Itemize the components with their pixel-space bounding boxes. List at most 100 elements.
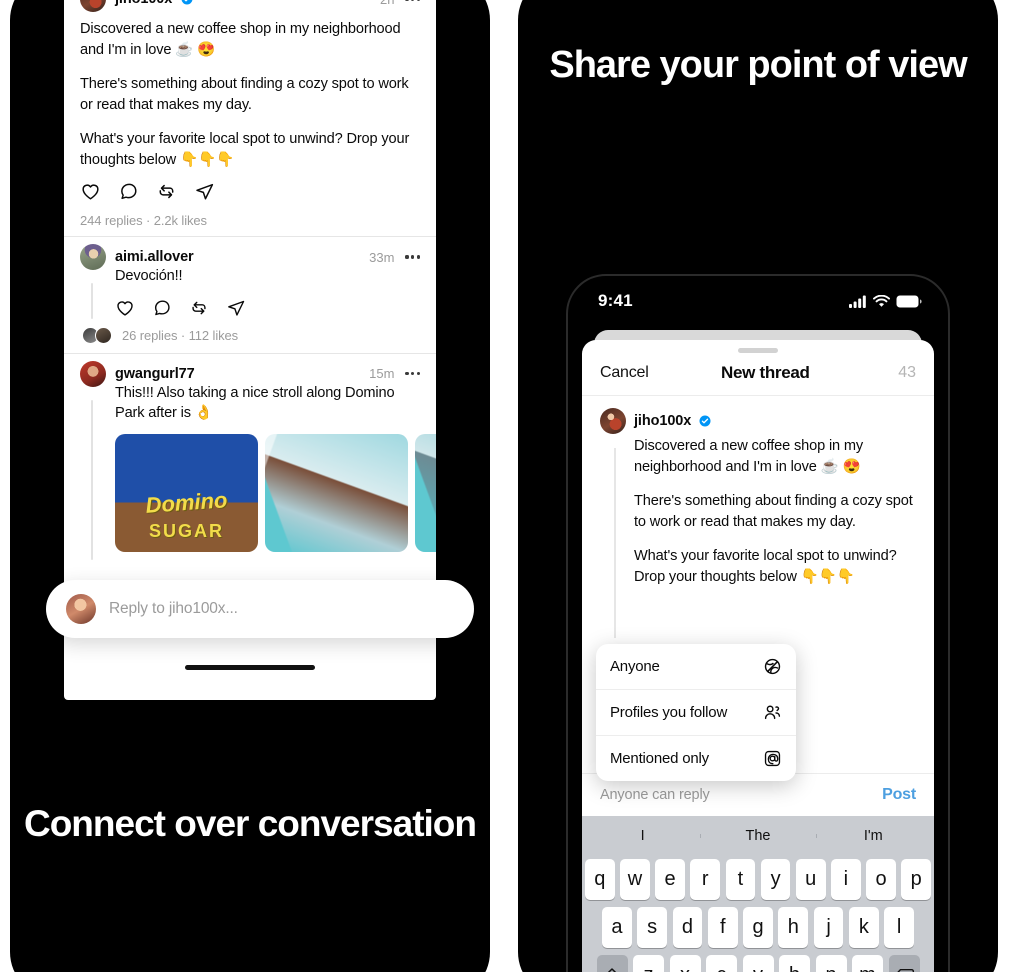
attached-image[interactable]: [265, 433, 408, 552]
avatar[interactable]: [600, 408, 626, 434]
key-z[interactable]: z: [633, 955, 664, 972]
avatar[interactable]: [66, 594, 96, 624]
feed-reply-gwangurl[interactable]: gwangurl77 15m This!!! Also taking a nic…: [64, 352, 436, 560]
key-d[interactable]: d: [672, 907, 703, 948]
reply-input-placeholder[interactable]: Reply to jiho100x...: [109, 600, 238, 618]
sheet-title: New thread: [720, 363, 810, 382]
key-u[interactable]: u: [795, 859, 826, 900]
left-phone-panel: jiho100x 2h Discovered a new coffee shop…: [10, 0, 490, 972]
right-phone-panel: Share your point of view 9:41 Cancel New…: [518, 0, 998, 972]
attached-image[interactable]: [415, 433, 436, 552]
audience-option-profiles-you-follow[interactable]: Profiles you follow: [596, 689, 796, 735]
reply-content: Devoción!!: [80, 266, 420, 318]
key-r[interactable]: r: [690, 859, 721, 900]
feed-post-primary[interactable]: jiho100x 2h Discovered a new coffee shop…: [64, 0, 436, 236]
avatar[interactable]: [80, 0, 106, 12]
post-username[interactable]: gwangurl77: [115, 366, 195, 382]
avatar[interactable]: [80, 360, 106, 387]
cancel-button[interactable]: Cancel: [600, 364, 649, 382]
audience-option-mentioned-only[interactable]: Mentioned only: [596, 735, 796, 781]
key-q[interactable]: q: [584, 859, 615, 900]
suggestion-chip[interactable]: The: [700, 828, 815, 844]
avatar[interactable]: [80, 244, 106, 270]
audience-option-label: Profiles you follow: [610, 704, 728, 721]
screen-bottom-card: [64, 634, 436, 682]
repost-icon[interactable]: [156, 181, 177, 202]
post-text: This!!! Also taking a nice stroll along …: [115, 383, 420, 424]
reply-header: gwangurl77 15m: [80, 360, 420, 387]
feed-reply-aimi[interactable]: aimi.allover 33m Devoción!! 26 replies ·…: [64, 236, 436, 353]
attached-image[interactable]: Domino SUGAR: [115, 433, 258, 552]
audience-status-label[interactable]: Anyone can reply: [600, 787, 710, 803]
key-o[interactable]: o: [866, 859, 896, 900]
key-n[interactable]: n: [815, 955, 847, 972]
post-meta[interactable]: 26 replies · 112 likes: [122, 328, 238, 343]
key-v[interactable]: v: [742, 955, 774, 972]
keyboard-row-1: q w e r t y u i o p: [584, 859, 932, 900]
audience-dropdown-menu[interactable]: Anyone Profiles you follow Mentioned onl…: [596, 644, 796, 781]
keyboard-row-2: a s d f g h j k l: [585, 907, 931, 948]
key-p[interactable]: p: [901, 859, 932, 900]
suggestion-chip[interactable]: I'm: [815, 828, 931, 844]
key-y[interactable]: y: [760, 859, 791, 900]
more-horizontal-icon[interactable]: [405, 371, 420, 376]
audience-option-anyone[interactable]: Anyone: [596, 644, 796, 689]
keyboard-suggestion-bar: I The I'm: [585, 820, 931, 852]
left-headline: Connect over conversation: [23, 803, 477, 844]
share-icon[interactable]: [194, 181, 215, 202]
post-actions: [80, 181, 420, 202]
key-x[interactable]: x: [669, 955, 701, 972]
post-timestamp: 2h: [380, 0, 394, 7]
suggestion-chip[interactable]: I: [585, 828, 700, 844]
repost-icon[interactable]: [189, 298, 209, 318]
key-e[interactable]: e: [655, 859, 685, 900]
heart-icon[interactable]: [115, 298, 135, 318]
composer-body[interactable]: jiho100x Discovered a new coffee shop in…: [582, 396, 934, 781]
key-c[interactable]: c: [706, 955, 737, 972]
composer-text[interactable]: Discovered a new coffee shop in my neigh…: [600, 436, 916, 587]
audience-option-label: Mentioned only: [610, 750, 709, 767]
more-horizontal-icon[interactable]: [405, 255, 420, 259]
key-k[interactable]: k: [848, 907, 879, 948]
post-meta[interactable]: 244 replies · 2.2k likes: [80, 213, 420, 228]
key-i[interactable]: i: [831, 859, 861, 900]
post-timestamp: 33m: [369, 249, 395, 265]
status-bar-icons: [849, 294, 922, 308]
more-horizontal-icon[interactable]: [405, 0, 420, 1]
audience-option-label: Anyone: [610, 658, 660, 675]
image-sign-top-text: Domino: [144, 487, 229, 518]
comment-icon[interactable]: [118, 181, 139, 202]
battery-icon: [896, 295, 922, 307]
key-g[interactable]: g: [743, 907, 773, 948]
key-b[interactable]: b: [779, 955, 810, 972]
image-sign-bottom-text: SUGAR: [148, 520, 224, 541]
key-j[interactable]: j: [813, 907, 844, 948]
wifi-icon: [873, 294, 890, 307]
key-s[interactable]: s: [637, 907, 668, 948]
key-m[interactable]: m: [852, 955, 883, 972]
status-bar: 9:41: [568, 276, 948, 318]
home-indicator: [185, 665, 315, 670]
composer-username[interactable]: jiho100x: [634, 413, 691, 429]
key-h[interactable]: h: [778, 907, 809, 948]
key-w[interactable]: w: [620, 859, 650, 900]
backspace-icon[interactable]: [888, 955, 920, 972]
heart-icon[interactable]: [80, 181, 101, 202]
thread-connector-line: [614, 448, 616, 638]
key-f[interactable]: f: [707, 907, 738, 948]
keyboard-row-3: z x c v b n m: [585, 955, 931, 972]
key-l[interactable]: l: [884, 907, 915, 948]
post-paragraph: Discovered a new coffee shop in my neigh…: [80, 21, 401, 58]
shift-icon[interactable]: [596, 955, 628, 972]
post-paragraph: Devoción!!: [115, 268, 183, 284]
post-button[interactable]: Post: [882, 786, 916, 804]
reply-meta-row: 26 replies · 112 likes: [82, 326, 420, 345]
comment-icon[interactable]: [152, 298, 172, 318]
share-icon[interactable]: [226, 298, 246, 318]
post-username[interactable]: jiho100x: [115, 0, 172, 7]
post-username[interactable]: aimi.allover: [115, 249, 194, 265]
onscreen-keyboard[interactable]: I The I'm q w e r t y u i o p a s d f g …: [582, 816, 934, 972]
reply-composer-bar[interactable]: Reply to jiho100x...: [46, 580, 474, 638]
key-a[interactable]: a: [601, 907, 632, 948]
key-t[interactable]: t: [725, 859, 756, 900]
